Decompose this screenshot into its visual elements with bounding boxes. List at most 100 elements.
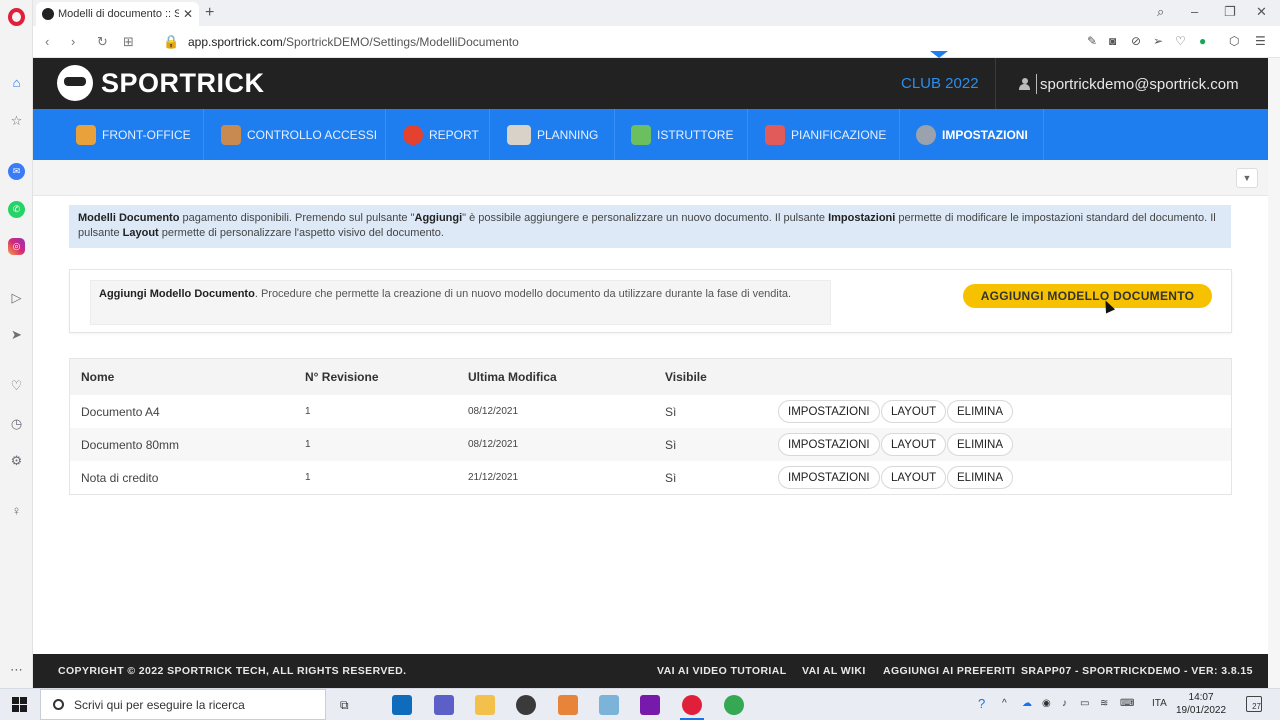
microphone-icon[interactable]: ♪ <box>1062 698 1067 709</box>
forward-icon[interactable]: › <box>71 34 75 49</box>
col-nome[interactable]: Nome <box>81 370 114 384</box>
language-indicator[interactable]: ITA <box>1152 698 1167 709</box>
layout-button[interactable]: LAYOUT <box>881 400 947 423</box>
settings-gear-icon[interactable]: ⚙ <box>8 452 25 469</box>
lock-icon: 🔒 <box>163 34 180 49</box>
history-clock-icon[interactable]: ◷ <box>8 415 25 432</box>
browser-tab[interactable]: Modelli di documento :: Sp ✕ <box>36 2 199 26</box>
speed-dial-icon[interactable]: ⊞ <box>123 34 134 50</box>
task-view-icon[interactable]: ⧉ <box>340 698 349 713</box>
chrome-icon[interactable] <box>724 695 744 715</box>
nav-label: REPORT <box>429 127 479 142</box>
battery-icon[interactable]: ▭ <box>1080 698 1089 709</box>
info-text: pagamento disponibili. Premendo sul puls… <box>179 212 415 224</box>
instagram-icon[interactable]: ◎ <box>8 238 25 255</box>
bookmarks-star-icon[interactable]: ☆ <box>8 112 25 129</box>
extension-icon[interactable]: ● <box>1199 34 1206 48</box>
new-tab-button[interactable]: + <box>205 4 214 22</box>
col-visibile[interactable]: Visibile <box>665 370 707 384</box>
nav-impostazioni[interactable]: IMPOSTAZIONI <box>916 109 1028 160</box>
col-revisione[interactable]: N° Revisione <box>305 370 379 384</box>
chevron-up-icon[interactable]: ^ <box>1002 698 1007 709</box>
opera-logo-icon[interactable] <box>8 8 25 26</box>
nav-divider <box>747 109 748 160</box>
nav-divider <box>1043 109 1044 160</box>
add-document-button[interactable]: AGGIUNGI MODELLO DOCUMENTO <box>963 284 1212 308</box>
app-icon[interactable] <box>558 695 578 715</box>
teams-icon[interactable] <box>434 695 454 715</box>
add-document-title: Aggiungi Modello Documento <box>99 288 255 300</box>
heart-icon[interactable]: ♡ <box>8 377 25 394</box>
cube-icon[interactable]: ⬡ <box>1229 34 1239 48</box>
taskbar-clock[interactable]: 14:07 19/01/2022 <box>1176 691 1226 717</box>
planning-calendar-icon <box>507 124 531 145</box>
wifi-icon[interactable]: ≋ <box>1100 698 1108 709</box>
taskbar-search-input[interactable]: Scrivi qui per eseguire la ricerca <box>40 689 326 720</box>
add-favorites-link[interactable]: AGGIUNGI AI PREFERITI <box>883 665 1015 677</box>
app-icon[interactable] <box>599 695 619 715</box>
obs-tray-icon[interactable]: ◉ <box>1042 698 1051 709</box>
send-icon[interactable]: ➢ <box>1153 34 1163 48</box>
video-tutorial-link[interactable]: VAI AI VIDEO TUTORIAL <box>657 665 787 677</box>
nav-front-office[interactable]: FRONT-OFFICE <box>76 109 191 160</box>
tab-close-icon[interactable]: ✕ <box>183 7 193 21</box>
reload-icon[interactable]: ↻ <box>97 34 108 50</box>
notifications-icon[interactable]: 27 <box>1246 696 1262 712</box>
wiki-link[interactable]: VAI AL WIKI <box>802 665 866 677</box>
camera-icon[interactable]: ◙ <box>1109 34 1116 48</box>
keyboard-icon[interactable]: ⌨ <box>1120 698 1134 709</box>
nav-planning[interactable]: PLANNING <box>507 109 598 160</box>
help-icon[interactable]: ? <box>978 696 985 711</box>
delete-button[interactable]: ELIMINA <box>947 400 1014 423</box>
layout-button[interactable]: LAYOUT <box>881 466 947 489</box>
menu-icon[interactable]: ☰ <box>1255 34 1266 48</box>
delete-button[interactable]: ELIMINA <box>947 466 1014 489</box>
layout-button[interactable]: LAYOUT <box>881 433 947 456</box>
nav-report[interactable]: REPORT <box>403 109 479 160</box>
settings-button[interactable]: IMPOSTAZIONI <box>778 400 880 423</box>
obs-icon[interactable] <box>516 695 536 715</box>
outlook-icon[interactable] <box>392 695 412 715</box>
lightbulb-icon[interactable]: ♀ <box>8 502 25 519</box>
instructor-icon <box>631 124 651 145</box>
home-icon[interactable]: ⌂ <box>8 74 25 91</box>
file-explorer-icon[interactable] <box>475 695 495 715</box>
more-dots-icon[interactable]: ⋯ <box>8 661 25 678</box>
onenote-icon[interactable] <box>640 695 660 715</box>
info-bold: Modelli Documento <box>78 212 180 224</box>
block-icon[interactable]: ⊘ <box>1131 34 1141 48</box>
add-document-description: Aggiungi Modello Documento. Procedure ch… <box>90 280 831 325</box>
opera-icon[interactable] <box>682 695 702 715</box>
nav-controllo-accessi[interactable]: CONTROLLO ACCESSI <box>221 109 377 160</box>
header-divider <box>995 58 996 109</box>
whatsapp-icon[interactable]: ✆ <box>8 201 25 218</box>
delete-button[interactable]: ELIMINA <box>947 433 1014 456</box>
minimize-icon[interactable]: – <box>1191 4 1198 19</box>
favorite-heart-icon[interactable]: ♡ <box>1175 34 1186 48</box>
club-selector[interactable]: CLUB 2022 <box>901 75 979 92</box>
user-menu[interactable]: sportrickdemo@sportrick.com <box>1019 74 1239 94</box>
add-document-panel: Aggiungi Modello Documento. Procedure ch… <box>69 269 1232 333</box>
player-icon[interactable]: ▷ <box>8 289 25 306</box>
url-field[interactable]: app.sportrick.com/SportrickDEMO/Settings… <box>188 35 519 49</box>
windows-start-icon[interactable] <box>12 697 27 712</box>
pin-icon[interactable]: ▼ <box>1236 168 1258 188</box>
nav-pianificazione[interactable]: PIANIFICAZIONE <box>765 109 886 160</box>
onedrive-icon[interactable]: ☁ <box>1022 698 1032 709</box>
search-tabs-icon[interactable]: ⌕ <box>1157 4 1164 20</box>
edit-icon[interactable]: ✎ <box>1087 34 1097 48</box>
cell-revisione: 1 <box>305 472 311 483</box>
brand-logo[interactable]: SPORTRICK <box>57 65 265 101</box>
messenger-icon[interactable]: ✉ <box>8 163 25 180</box>
nav-istruttore[interactable]: ISTRUTTORE <box>631 109 733 160</box>
nav-divider <box>899 109 900 160</box>
back-icon[interactable]: ‹ <box>45 34 49 49</box>
close-window-icon[interactable]: ✕ <box>1256 4 1267 20</box>
send-icon[interactable]: ➤ <box>8 326 25 343</box>
page-scrollbar[interactable] <box>1268 58 1280 688</box>
settings-button[interactable]: IMPOSTAZIONI <box>778 466 880 489</box>
brand-name: SPORTRICK <box>101 67 265 98</box>
settings-button[interactable]: IMPOSTAZIONI <box>778 433 880 456</box>
col-ultima-modifica[interactable]: Ultima Modifica <box>468 370 557 384</box>
restore-icon[interactable]: ❐ <box>1224 4 1236 20</box>
